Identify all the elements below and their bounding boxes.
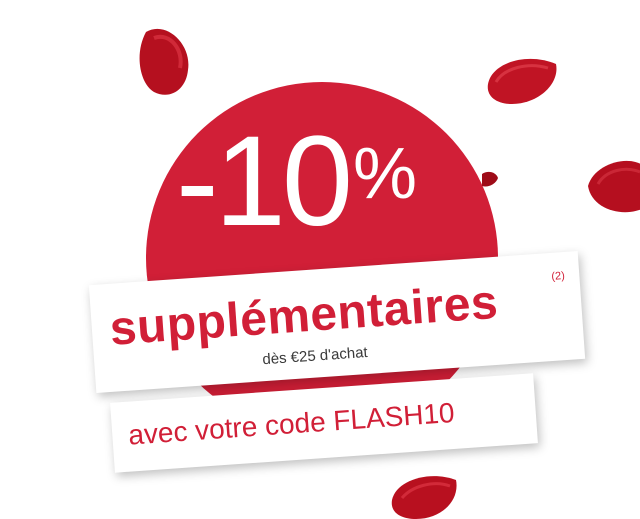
rose-petal-bottom xyxy=(391,476,457,519)
promo-code-text: avec votre code FLASH10 xyxy=(127,396,456,451)
percent-symbol: % xyxy=(353,134,418,214)
rose-petal-right xyxy=(588,160,640,213)
discount-value: -10 xyxy=(176,110,353,253)
discount-amount: -10 % xyxy=(176,118,417,246)
footnote-marker: (2) xyxy=(550,270,566,283)
rose-petal-top-left xyxy=(139,28,189,95)
promo-code-card: avec votre code FLASH10 xyxy=(110,373,538,473)
minimum-purchase-text: dès €25 d'achat xyxy=(261,343,369,369)
headline-text: supplémentaires xyxy=(108,275,500,356)
rose-petal-behind-circle xyxy=(482,171,498,187)
rose-petal-top-right xyxy=(487,58,557,104)
